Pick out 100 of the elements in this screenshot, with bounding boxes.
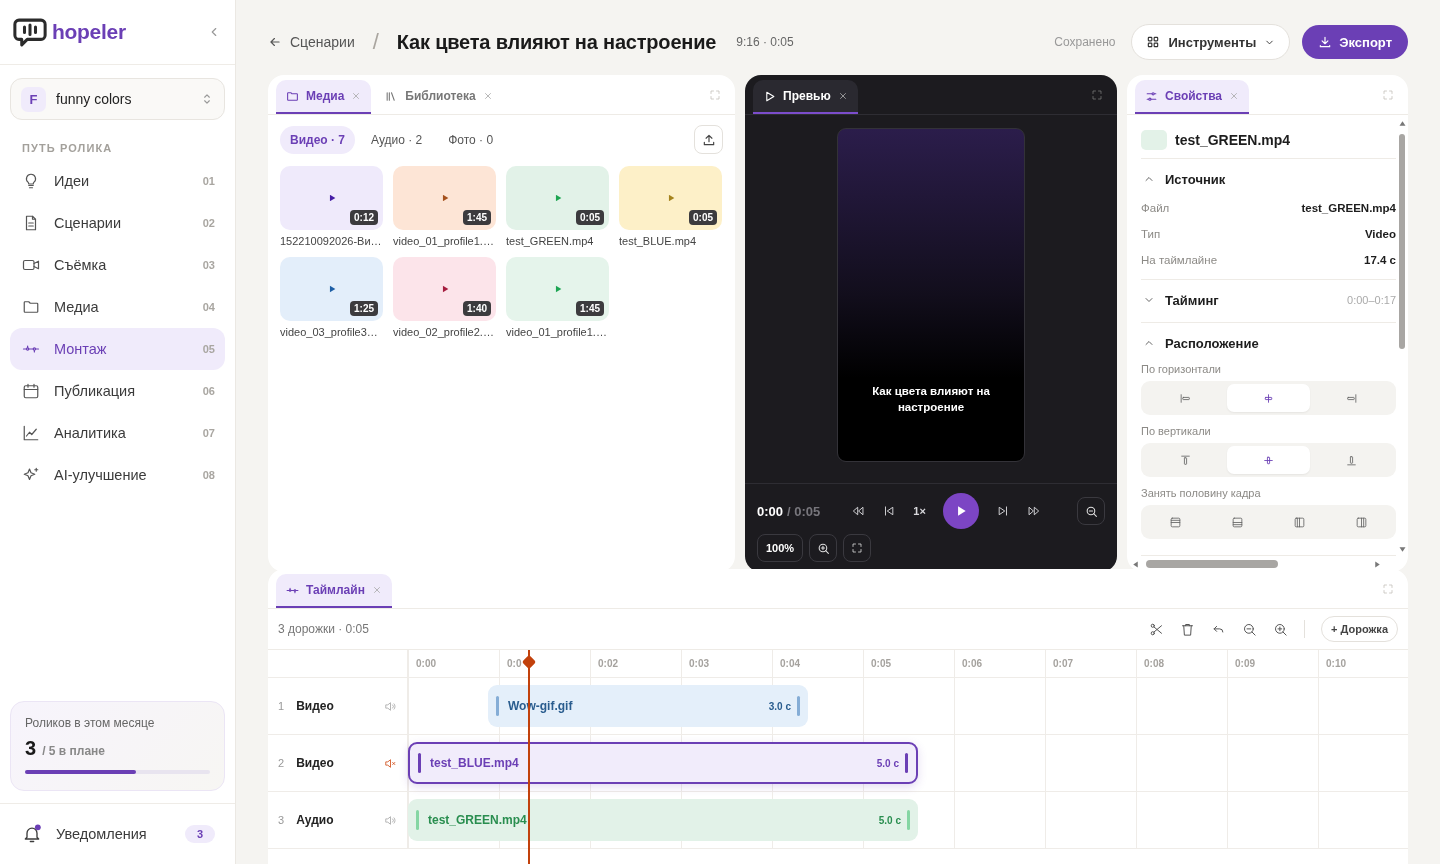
count-badge: 3 xyxy=(184,825,215,843)
close-icon[interactable] xyxy=(837,91,848,101)
video-thumbnail[interactable]: 1:45 xyxy=(506,257,609,321)
time-tick: 0:09 xyxy=(1227,650,1318,677)
expand-icon[interactable] xyxy=(1091,88,1103,101)
video-thumbnail[interactable]: 1:25 xyxy=(280,257,383,321)
nav-item[interactable]: Сценарии 02 xyxy=(10,202,225,244)
arrow-left-icon xyxy=(268,35,282,49)
speaker-icon[interactable] xyxy=(384,699,397,713)
zoom-in-icon xyxy=(816,541,830,555)
duration-badge: 1:40 xyxy=(463,301,491,316)
time-tick: 0:02 xyxy=(590,650,681,677)
time-tick: 0:04 xyxy=(772,650,863,677)
line-chart-icon xyxy=(22,424,40,442)
scissors-icon[interactable] xyxy=(1149,621,1165,637)
section-header[interactable]: Источник xyxy=(1141,163,1396,195)
nav-item[interactable]: Монтаж 05 xyxy=(10,328,225,370)
trash-icon[interactable] xyxy=(1180,621,1196,637)
file-name: 152210092026-Ви… xyxy=(280,235,383,247)
fast-forward-icon[interactable] xyxy=(1026,504,1041,518)
expand-icon[interactable] xyxy=(1382,582,1394,595)
align-left-icon xyxy=(1179,391,1192,405)
property-label: На таймлайне xyxy=(1141,254,1218,266)
nav-item[interactable]: Съёмка 03 xyxy=(10,244,225,286)
speed-button[interactable]: 1× xyxy=(913,505,926,517)
quota-plan: / 5 в плане xyxy=(42,744,105,758)
zoom-in-button[interactable] xyxy=(809,534,838,562)
video-thumbnail[interactable]: 0:05 xyxy=(506,166,609,230)
notifications-button[interactable]: Уведомления 3 xyxy=(22,824,215,844)
download-icon xyxy=(1318,35,1333,49)
duration-badge: 1:45 xyxy=(576,301,604,316)
file-swatch xyxy=(1141,129,1167,150)
speaker-muted-icon[interactable] xyxy=(384,756,397,770)
nav-item[interactable]: Медиа 04 xyxy=(10,286,225,328)
video-thumbnail[interactable]: 0:12 xyxy=(280,166,383,230)
duration-badge: 1:45 xyxy=(463,210,491,225)
zoom-out-icon[interactable] xyxy=(1242,621,1258,637)
filter-chip[interactable]: Аудио · 2 xyxy=(361,125,433,154)
zoom-out-button[interactable] xyxy=(1077,497,1105,525)
property-value: Video xyxy=(1364,228,1396,240)
zoom-in-icon[interactable] xyxy=(1273,621,1289,637)
panel-tab[interactable]: Медиа xyxy=(276,80,372,114)
section-header[interactable]: Тайминг 0:00–0:17 xyxy=(1141,284,1396,316)
up-arrow-icon xyxy=(1397,119,1407,128)
back-link[interactable]: Сценарии xyxy=(268,34,355,50)
nav-item[interactable]: Идеи 01 xyxy=(10,160,225,202)
left-half-icon xyxy=(1293,515,1307,529)
zoom-level-button[interactable]: 100% xyxy=(757,534,804,562)
align-bottom-icon xyxy=(1345,453,1358,467)
play-button[interactable] xyxy=(942,493,979,529)
timeline-clip[interactable]: test_GREEN.mp4 5.0 с xyxy=(408,799,918,841)
timeline-clip[interactable]: test_BLUE.mp4 5.0 с xyxy=(408,742,918,784)
duration-badge: 0:05 xyxy=(576,210,604,225)
file-name: video_03_profile3… xyxy=(280,326,379,338)
property-label: Файл xyxy=(1141,202,1170,214)
fullscreen-button[interactable] xyxy=(843,534,872,562)
section-header[interactable]: Расположение xyxy=(1141,327,1396,359)
filter-chip[interactable]: Видео · 7 xyxy=(280,125,355,154)
video-thumbnail[interactable]: 1:45 xyxy=(393,166,496,230)
tools-button[interactable]: Инструменты xyxy=(1131,24,1291,60)
nav-item[interactable]: Публикация 06 xyxy=(10,370,225,412)
page-title: Как цвета влияют на настроение xyxy=(396,30,717,54)
video-thumbnail[interactable]: 0:05 xyxy=(619,166,722,230)
video-thumbnail[interactable]: 1:40 xyxy=(393,257,496,321)
panel-tab[interactable]: Свойства xyxy=(1135,80,1250,114)
right-arrow-icon xyxy=(1373,559,1382,569)
track-name: Видео xyxy=(296,699,335,713)
folder-icon xyxy=(286,89,299,103)
current-time: 0:00 xyxy=(757,503,784,519)
time-tick: 0:06 xyxy=(954,650,1045,677)
time-tick: 0:00 xyxy=(408,650,499,677)
upload-button[interactable] xyxy=(694,125,723,154)
time-tick: 0:10 xyxy=(1318,650,1408,677)
time-tick: 0:07 xyxy=(1045,650,1136,677)
export-button[interactable]: Экспорт xyxy=(1302,25,1408,59)
align-center-icon xyxy=(1262,391,1275,405)
rewind-icon[interactable] xyxy=(851,504,866,518)
right-half-icon xyxy=(1355,515,1369,529)
panel-tab[interactable]: Таймлайн xyxy=(276,574,392,608)
file-name: test_BLUE.mp4 xyxy=(619,235,698,247)
nav-item[interactable]: Аналитика 07 xyxy=(10,412,225,454)
speaker-icon[interactable] xyxy=(384,813,397,827)
brand-name: hopeler xyxy=(52,20,127,44)
save-status: Сохранено xyxy=(1054,35,1116,49)
breadcrumb-separator: / xyxy=(372,29,379,55)
panel-tab[interactable]: Библиотека xyxy=(375,80,503,114)
project-avatar: F xyxy=(21,86,46,112)
track-summary: 3 дорожки · 0:05 xyxy=(278,622,369,636)
panel-tab[interactable]: Превью xyxy=(753,80,858,114)
filter-chip[interactable]: Фото · 0 xyxy=(438,125,504,154)
sliders-icon xyxy=(1145,89,1158,103)
project-selector[interactable]: F funny colors xyxy=(10,78,225,120)
nav-item[interactable]: AI-улучшение 08 xyxy=(10,454,225,496)
track-name: Видео xyxy=(296,756,335,770)
expand-icon[interactable] xyxy=(709,88,721,101)
time-tick: 0:03 xyxy=(681,650,772,677)
track-number: 1 xyxy=(278,700,285,712)
expand-icon[interactable] xyxy=(1382,88,1394,101)
total-time: / 0:05 xyxy=(787,503,821,519)
section-heading: ПУТЬ РОЛИКА xyxy=(21,141,114,156)
